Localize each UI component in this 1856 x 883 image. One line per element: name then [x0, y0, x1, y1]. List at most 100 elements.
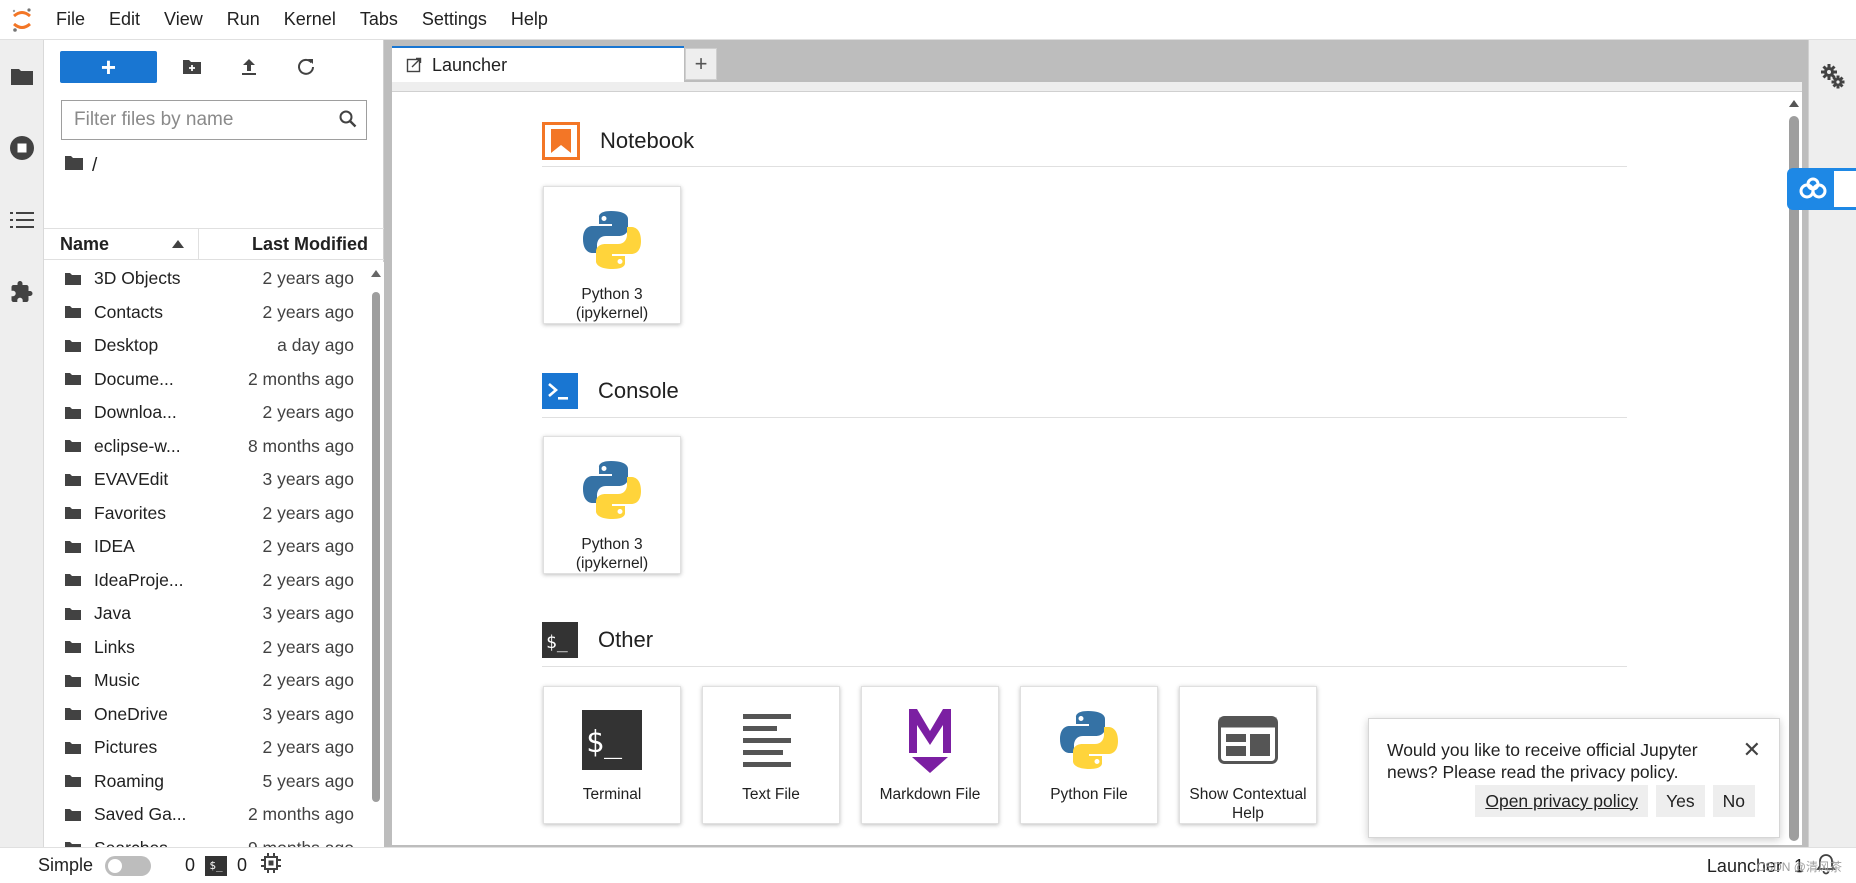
console-section-title: Console [542, 373, 679, 409]
menu-help[interactable]: Help [499, 0, 560, 40]
file-name: Downloa... [94, 402, 177, 423]
file-list-item[interactable]: EVAVEdit 3 years ago [44, 463, 368, 497]
file-name: Music [94, 670, 140, 691]
scrollbar-thumb[interactable] [1789, 116, 1799, 841]
folder-icon [64, 406, 84, 420]
folder-icon[interactable] [0, 40, 44, 112]
markdown-file-card[interactable]: Markdown File [861, 686, 999, 824]
menu-settings[interactable]: Settings [410, 0, 499, 40]
scroll-up-icon[interactable] [371, 270, 381, 277]
other-terminal-icon: $_ [542, 622, 578, 658]
file-name: eclipse-w... [94, 435, 181, 456]
console-icon [542, 373, 578, 409]
folder-icon [64, 573, 84, 587]
status-bar: Simple 0 $_ 0 Launcher 1 CSDN @清风茶 [0, 847, 1856, 883]
file-list-item[interactable]: eclipse-w... 8 months ago [44, 430, 368, 464]
section-divider [542, 417, 1627, 418]
close-icon[interactable]: ✕ [1743, 737, 1761, 763]
console-python3-card[interactable]: Python 3 (ipykernel) [543, 436, 681, 574]
no-button[interactable]: No [1712, 785, 1755, 817]
file-list-item[interactable]: IDEA 2 years ago [44, 530, 368, 564]
contextual-help-card[interactable]: Show Contextual Help [1179, 686, 1317, 824]
text-file-card[interactable]: Text File [702, 686, 840, 824]
folder-icon [64, 741, 84, 755]
file-list-item[interactable]: Links 2 years ago [44, 631, 368, 665]
folder-icon [64, 506, 84, 520]
new-folder-icon[interactable] [163, 51, 220, 83]
scroll-up-icon[interactable] [1789, 100, 1799, 107]
terminal-card[interactable]: $_ Terminal [543, 686, 681, 824]
terminal-status-icon: $_ [205, 855, 228, 876]
list-icon[interactable] [0, 184, 44, 256]
file-modified: 2 years ago [262, 636, 354, 657]
file-list-item[interactable]: Desktop a day ago [44, 329, 368, 363]
python-file-card[interactable]: Python File [1020, 686, 1158, 824]
jupyter-logo-icon[interactable] [0, 0, 44, 40]
file-list-item[interactable]: 3D Objects 2 years ago [44, 262, 368, 296]
file-list-item[interactable]: IdeaProje... 2 years ago [44, 564, 368, 598]
notebook-python3-card[interactable]: Python 3 (ipykernel) [543, 186, 681, 324]
terminal-count[interactable]: 0 [237, 855, 247, 876]
puzzle-icon[interactable] [0, 256, 44, 328]
file-name: Contacts [94, 301, 164, 322]
file-list-scrollbar[interactable] [368, 262, 384, 883]
simple-mode-toggle[interactable] [105, 855, 152, 876]
file-list-item[interactable]: Java 3 years ago [44, 597, 368, 631]
upload-icon[interactable] [220, 51, 277, 83]
file-modified: 2 years ago [262, 536, 354, 557]
folder-icon [64, 473, 84, 487]
file-list-item[interactable]: Music 2 years ago [44, 664, 368, 698]
file-list-item[interactable]: OneDrive 3 years ago [44, 698, 368, 732]
file-name: Desktop [94, 335, 159, 356]
add-tab-button[interactable]: + [685, 48, 717, 80]
stop-circle-icon[interactable] [0, 112, 44, 184]
file-browser-panel: + / Name Last Modified 3D Objects 2 years… [44, 40, 384, 883]
open-privacy-policy-button[interactable]: Open privacy policy [1475, 785, 1649, 817]
tab-bar: Launcher + [384, 40, 1808, 82]
baidu-netdisk-tab[interactable] [1787, 168, 1856, 210]
file-list-item[interactable]: Pictures 2 years ago [44, 731, 368, 765]
file-list-item[interactable]: Favorites 2 years ago [44, 497, 368, 531]
section-divider [542, 166, 1627, 167]
tab-launcher[interactable]: Launcher [392, 46, 684, 82]
file-list-item[interactable]: Downloa... 2 years ago [44, 396, 368, 430]
new-launcher-button[interactable]: + [60, 51, 157, 83]
cpu-chip-icon[interactable] [261, 853, 282, 878]
file-name: 3D Objects [94, 268, 181, 289]
kernel-count[interactable]: 0 [185, 855, 195, 876]
file-modified: 2 years ago [262, 569, 354, 590]
folder-icon [64, 439, 84, 453]
menu-kernel[interactable]: Kernel [272, 0, 348, 40]
filter-files-input[interactable] [74, 109, 334, 131]
file-name: Docume... [94, 368, 174, 389]
activity-bar [0, 40, 44, 847]
column-header-last-modified[interactable]: Last Modified [199, 234, 384, 255]
file-name: Roaming [94, 770, 165, 791]
refresh-icon[interactable] [277, 51, 334, 83]
file-modified: 3 years ago [262, 469, 354, 490]
file-list-item[interactable]: Roaming 5 years ago [44, 765, 368, 799]
notebook-section-title: Notebook [542, 122, 694, 160]
menu-tabs[interactable]: Tabs [348, 0, 410, 40]
menu-run[interactable]: Run [215, 0, 272, 40]
scrollbar-thumb[interactable] [372, 292, 380, 802]
menu-edit[interactable]: Edit [97, 0, 152, 40]
folder-icon[interactable] [64, 155, 84, 177]
breadcrumb-root[interactable]: / [92, 155, 97, 177]
right-sidebar [1808, 40, 1856, 847]
menu-view[interactable]: View [152, 0, 215, 40]
menu-file[interactable]: File [44, 0, 97, 40]
folder-icon [64, 808, 84, 822]
file-list-item[interactable]: Docume... 2 months ago [44, 363, 368, 397]
property-inspector-gears-icon[interactable] [1819, 62, 1847, 93]
file-name: Pictures [94, 737, 158, 758]
file-list-item[interactable]: Saved Ga... 2 months ago [44, 798, 368, 832]
yes-button[interactable]: Yes [1656, 785, 1705, 817]
folder-icon [64, 640, 84, 654]
folder-icon [64, 272, 84, 286]
file-modified: 3 years ago [262, 703, 354, 724]
folder-icon [64, 707, 84, 721]
file-modified: 2 years ago [262, 670, 354, 691]
column-header-name[interactable]: Name [44, 229, 199, 259]
file-list-item[interactable]: Contacts 2 years ago [44, 296, 368, 330]
